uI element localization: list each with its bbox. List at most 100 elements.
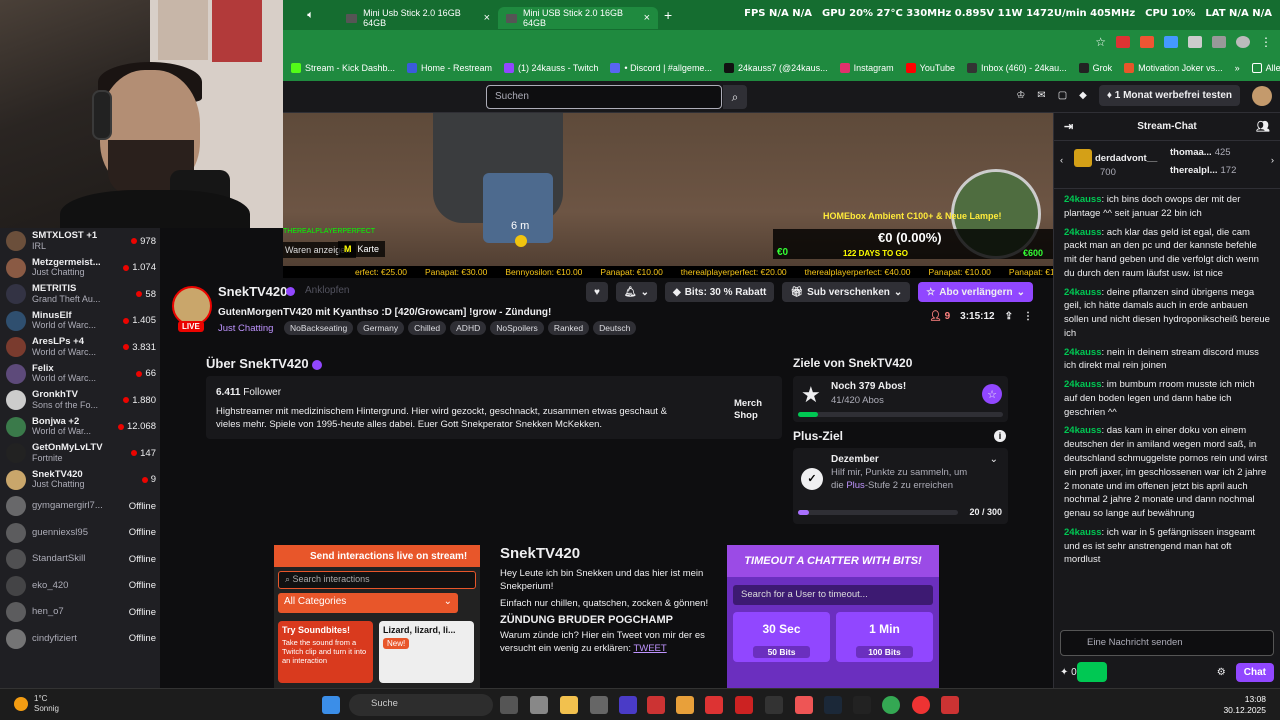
app-icon[interactable] <box>647 696 665 714</box>
app-icon[interactable] <box>735 696 753 714</box>
epic-games-icon[interactable] <box>853 696 871 714</box>
taskbar-search-input[interactable]: Suche <box>349 694 493 716</box>
video-player[interactable]: 6 m THEREALPLAYERPERFECT HOMEbox Ambient… <box>283 113 1053 278</box>
channel-name[interactable]: SnekTV420 <box>218 284 287 299</box>
bits-button[interactable] <box>1076 662 1107 682</box>
timeout-search-input[interactable]: Search for a User to timeout... <box>733 585 933 605</box>
chat-username[interactable]: 24kauss <box>1064 425 1102 436</box>
sidebar-channel[interactable]: MinusElf World of Warc... 1.405 <box>0 308 160 335</box>
windows-start-icon[interactable] <box>322 696 340 714</box>
sidebar-channel[interactable]: hen_o7 Offline <box>0 599 160 626</box>
chevron-left-icon[interactable]: ‹ <box>1060 155 1063 166</box>
stream-tag[interactable]: Deutsch <box>593 321 637 335</box>
chat-username[interactable]: 24kauss <box>1064 347 1102 358</box>
stream-tag[interactable]: ADHD <box>450 321 487 335</box>
search-button[interactable]: ⌕ <box>723 85 747 109</box>
browser-tab-active[interactable]: Mini USB Stick 2.0 16GB 64GB × <box>498 7 658 29</box>
star-icon[interactable]: ☆ <box>1095 35 1106 49</box>
tweet-link[interactable]: TWEET <box>633 643 666 654</box>
sidebar-channel[interactable]: Bonjwa +2 World of War... 12.068 <box>0 414 160 441</box>
knock-button[interactable]: Anklopfen <box>305 285 349 296</box>
soundbites-card[interactable]: Try Soundbites! Take the sound from a Twi… <box>278 621 373 683</box>
bookmark[interactable]: 24kauss7 (@24kaus... <box>723 62 828 73</box>
system-clock[interactable]: 13:08 30.12.2025 <box>1223 694 1266 716</box>
extension-icon[interactable] <box>1140 36 1154 48</box>
profile-avatar-icon[interactable] <box>1236 36 1250 48</box>
opera-icon[interactable] <box>912 696 930 714</box>
stream-tag[interactable]: Ranked <box>547 321 590 335</box>
channel-avatar[interactable] <box>172 286 212 326</box>
sidebar-channel[interactable]: guenniexsl95 Offline <box>0 520 160 547</box>
app-icon[interactable] <box>795 696 813 714</box>
file-explorer-icon[interactable] <box>560 696 578 714</box>
stream-tag[interactable]: NoSpoilers <box>490 321 544 335</box>
user-avatar[interactable] <box>1252 85 1272 106</box>
top-gifter[interactable]: thomaa... 425 <box>1170 147 1231 158</box>
extension-icon[interactable] <box>1116 36 1130 48</box>
renew-sub-button[interactable]: ☆ Abo verlängern ⌄ <box>918 282 1033 302</box>
timeout-30s-button[interactable]: 30 Sec 50 Bits <box>733 612 830 662</box>
notifications-button[interactable]: 🔔︎ ⌄ <box>615 282 657 302</box>
bits-discount-button[interactable]: ◆ Bits: 30 % Rabatt <box>664 282 775 302</box>
chat-username[interactable]: 24kauss <box>1064 527 1102 538</box>
bits-icon[interactable]: ◆ <box>1079 90 1087 101</box>
obs-icon[interactable] <box>765 696 783 714</box>
bookmark[interactable]: Inbox (460) - 24kau... <box>967 62 1067 73</box>
sidebar-channel[interactable]: eko_420 Offline <box>0 573 160 600</box>
weather-widget[interactable]: 1°C Sonnig <box>14 694 59 713</box>
settings-gear-icon[interactable]: ⚙ <box>1217 667 1226 678</box>
chat-username[interactable]: 24kauss <box>1064 194 1102 205</box>
info-icon[interactable]: i <box>994 430 1006 442</box>
goal-subscribe-button[interactable]: ☆ <box>982 384 1002 404</box>
bookmark[interactable]: Grok <box>1078 62 1112 73</box>
chat-send-button[interactable]: Chat <box>1235 662 1274 682</box>
bookmark[interactable]: (1) 24kauss - Twitch <box>504 62 598 73</box>
bookmark[interactable]: • Discord | #allgeme... <box>610 62 712 73</box>
bookmark[interactable]: Stream - Kick Dashb... <box>291 62 395 73</box>
whispers-icon[interactable]: ▢ <box>1058 90 1067 101</box>
bookmark[interactable]: YouTube <box>905 62 955 73</box>
chat-input[interactable]: Eine Nachricht senden <box>1060 630 1274 656</box>
browser-tab[interactable]: Mini Usb Stick 2.0 16GB 64GB × <box>338 7 498 29</box>
stream-tag[interactable]: Chilled <box>408 321 447 335</box>
more-options-icon[interactable]: ⋮ <box>1023 311 1033 322</box>
close-icon[interactable]: × <box>644 12 650 24</box>
chrome-icon[interactable] <box>882 696 900 714</box>
audio-icon[interactable]: 🔈︎ <box>283 9 338 22</box>
mouse-app-icon[interactable] <box>590 696 608 714</box>
collapse-chat-icon[interactable]: ⇥ <box>1064 120 1073 133</box>
sidebar-channel[interactable]: AresLPs +4 World of Warc... 3.831 <box>0 334 160 361</box>
gift-sub-button[interactable]: 🎁︎ Sub verschenken ⌄ <box>782 282 911 302</box>
lizard-card[interactable]: Lizard, lizard, li... New! <box>379 621 474 683</box>
app-icon[interactable] <box>941 696 959 714</box>
bookmark[interactable]: Motivation Joker vs... <box>1124 62 1223 73</box>
crown-icon[interactable]: ♔ <box>1016 90 1025 101</box>
all-bookmarks-button[interactable]: Alle Lesezeichen <box>1251 62 1280 73</box>
follow-heart-button[interactable]: ♥ <box>585 282 608 302</box>
bookmark[interactable]: Home - Restream <box>407 62 492 73</box>
task-view-icon[interactable] <box>500 696 518 714</box>
sidebar-channel[interactable]: Metzgermeist... Just Chatting 1.074 <box>0 255 160 282</box>
chevron-right-icon[interactable]: › <box>1271 155 1274 166</box>
stream-tag[interactable]: Germany <box>357 321 405 335</box>
chat-username[interactable]: 24kauss <box>1064 287 1102 298</box>
timeout-1min-button[interactable]: 1 Min 100 Bits <box>836 612 933 662</box>
app-icon[interactable] <box>676 696 694 714</box>
new-tab-button[interactable]: + <box>664 7 672 23</box>
inbox-icon[interactable]: ✉ <box>1037 90 1045 101</box>
vpn-app-icon[interactable] <box>619 696 637 714</box>
share-icon[interactable]: ⇪ <box>1005 311 1013 322</box>
users-icon[interactable]: 👥︎ <box>1256 120 1270 133</box>
sidebar-channel[interactable]: StandartSkill Offline <box>0 546 160 573</box>
extension-icon[interactable] <box>1164 36 1178 48</box>
search-input[interactable]: Suchen <box>486 85 722 109</box>
sidebar-channel[interactable]: gymgamergirl7... Offline <box>0 493 160 520</box>
interactions-search-input[interactable]: ⌕ Search interactions <box>278 571 476 589</box>
chat-username[interactable]: 24kauss <box>1064 227 1102 238</box>
chevron-down-icon[interactable]: ⌄ <box>990 454 998 465</box>
app-icon[interactable] <box>705 696 723 714</box>
top-gifter[interactable]: therealpl... 172 <box>1170 165 1236 176</box>
menu-dots-icon[interactable]: ⋮ <box>1260 35 1272 49</box>
stream-tag[interactable]: NoBackseating <box>284 321 354 335</box>
extensions-puzzle-icon[interactable] <box>1188 36 1202 48</box>
